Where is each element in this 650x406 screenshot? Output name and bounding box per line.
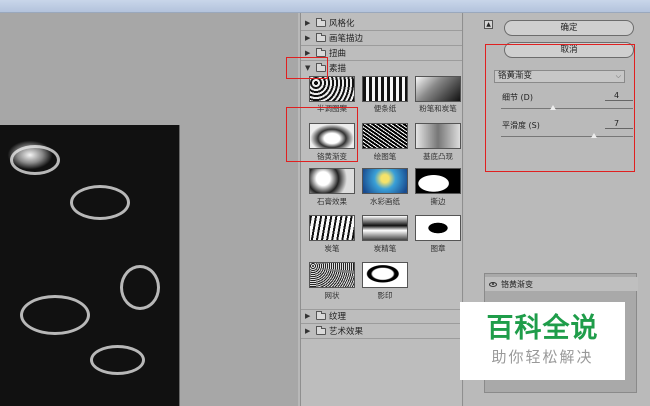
divider xyxy=(301,45,462,46)
window-title-bar xyxy=(0,0,650,13)
folder-icon xyxy=(316,310,326,320)
effect-layer-row[interactable]: 铬黄渐变 xyxy=(485,277,638,291)
preview-canvas[interactable] xyxy=(0,13,298,406)
folder-label: 素描 xyxy=(329,64,347,74)
chevron-right-icon: ▶ xyxy=(305,34,311,42)
watermark-title: 百科全说 xyxy=(486,313,599,344)
thumb-water-paper[interactable] xyxy=(362,168,408,194)
thumb-bas-relief[interactable] xyxy=(415,123,461,149)
highlight-box-settings xyxy=(485,44,635,172)
eye-icon[interactable] xyxy=(489,281,497,287)
folder-texture[interactable]: ▶ 纹理 xyxy=(305,310,346,322)
folder-icon xyxy=(316,32,326,42)
chevron-right-icon: ▶ xyxy=(305,327,311,335)
thumb-photocopy[interactable] xyxy=(362,262,408,288)
thumb-conte-crayon[interactable] xyxy=(362,215,408,241)
folder-icon xyxy=(316,17,326,27)
divider xyxy=(301,338,462,339)
divider xyxy=(301,323,462,324)
chevron-right-icon: ▶ xyxy=(305,19,311,27)
folder-artistic[interactable]: ▶ 艺术效果 xyxy=(305,325,363,337)
thumb-label: 网状 xyxy=(324,291,340,300)
thumb-stamp[interactable] xyxy=(415,215,461,241)
preview-image xyxy=(0,125,180,406)
folder-label: 画笔描边 xyxy=(329,34,364,44)
divider xyxy=(301,30,462,31)
thumb-graphic-pen[interactable] xyxy=(362,123,408,149)
folder-icon xyxy=(316,325,326,335)
thumb-reticulation[interactable] xyxy=(309,262,355,288)
watermark-subtitle: 助你轻松解决 xyxy=(491,348,594,366)
thumb-label: 炭精笔 xyxy=(373,244,397,253)
thumb-plaster[interactable] xyxy=(309,168,355,194)
folder-label: 风格化 xyxy=(329,19,355,29)
folder-icon xyxy=(316,47,326,57)
folder-stylize[interactable]: ▶ 风格化 xyxy=(305,17,355,29)
thumb-label: 绘图笔 xyxy=(373,152,397,161)
folder-label: 艺术效果 xyxy=(329,327,364,337)
collapse-icon[interactable]: ▲ xyxy=(484,20,493,29)
thumb-label: 撕边 xyxy=(430,197,446,206)
thumb-label: 基底凸现 xyxy=(423,152,453,161)
thumb-torn-edges[interactable] xyxy=(415,168,461,194)
watermark-logo: 百科全说 助你轻松解决 xyxy=(460,302,625,380)
thumb-label: 便条纸 xyxy=(373,104,397,113)
effect-layer-name: 铬黄渐变 xyxy=(501,279,533,289)
chevron-right-icon: ▶ xyxy=(305,312,311,320)
highlight-box-chrome-thumb xyxy=(286,107,358,162)
folder-label: 纹理 xyxy=(329,312,347,322)
ok-button[interactable]: 确定 xyxy=(504,20,634,36)
folder-brush-strokes[interactable]: ▶ 画笔描边 xyxy=(305,32,363,44)
thumb-chalk-charcoal[interactable] xyxy=(415,76,461,102)
thumb-halftone-pattern[interactable] xyxy=(309,76,355,102)
thumb-label: 粉笔和炭笔 xyxy=(419,104,457,113)
thumb-charcoal[interactable] xyxy=(309,215,355,241)
thumb-note-paper[interactable] xyxy=(362,76,408,102)
highlight-box-sketch-folder xyxy=(286,57,328,79)
chevron-right-icon: ▶ xyxy=(305,49,311,57)
thumb-label: 石膏效果 xyxy=(317,197,347,206)
thumb-label: 图章 xyxy=(430,244,446,253)
folder-label: 扭曲 xyxy=(329,49,347,59)
thumb-label: 影印 xyxy=(377,291,393,300)
thumb-label: 炭笔 xyxy=(324,244,340,253)
thumb-label: 水彩画纸 xyxy=(370,197,400,206)
